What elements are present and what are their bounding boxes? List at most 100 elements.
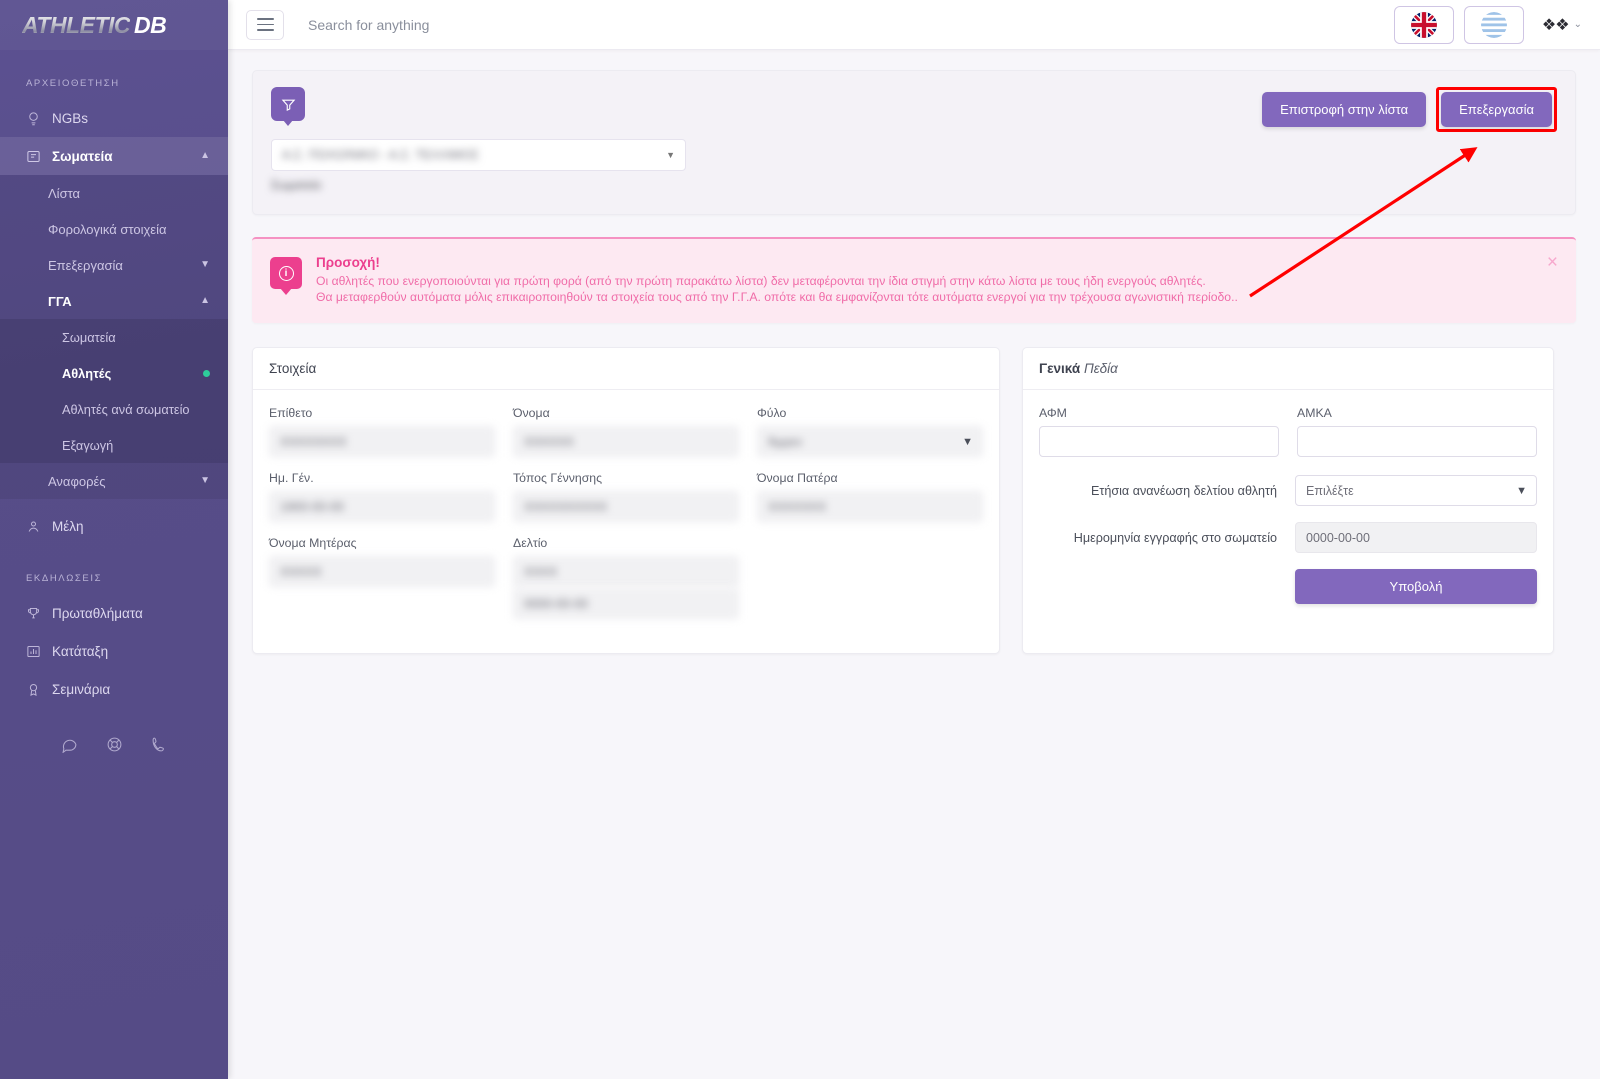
mother-name-input[interactable] [269, 556, 495, 588]
hamburger-icon[interactable] [246, 9, 284, 40]
member-icon [26, 519, 52, 534]
sidebar-item-gga-clubs[interactable]: Σωματεία [0, 319, 228, 355]
sidebar-item-gga-export[interactable]: Εξαγωγή [0, 427, 228, 463]
sidebar-item-gga-athletes[interactable]: Αθλητές [0, 355, 228, 391]
submit-button[interactable]: Υποβολή [1295, 569, 1537, 605]
father-name-input[interactable] [757, 491, 983, 523]
field-label: Όνομα [513, 406, 550, 421]
language-button-gr[interactable] [1463, 5, 1524, 44]
field-label: ΑΜΚΑ [1297, 406, 1332, 421]
field-afm: ΑΦΜ [1039, 406, 1279, 458]
filter-card-actions: Επιστροφή στην λίστα Επεξεργασία [1262, 87, 1557, 132]
language-button-en[interactable] [1393, 5, 1454, 44]
sidebar-item-seminars[interactable]: Σεμινάρια [0, 670, 228, 708]
trophy-icon [26, 606, 52, 621]
field-spacer [757, 536, 983, 619]
chevron-up-icon: ▲ [200, 150, 210, 161]
birthplace-input[interactable] [513, 491, 739, 523]
page-content: Επιστροφή στην λίστα Επεξεργασία Α.Σ. ΠΟ… [228, 50, 1600, 1079]
club-select-value: Α.Σ. ΠΟΛΟ/ΝΙΚΟ - Α.Σ. ΤΕΛΛΙΜΟΣ [282, 148, 480, 162]
active-status-dot [203, 369, 210, 377]
sidebar-footer-icons [0, 736, 228, 758]
card-number-input[interactable] [513, 556, 739, 588]
sidebar-item-clubs[interactable]: Σωματεία ▲ [0, 137, 228, 175]
submit-row: Υποβολή [1039, 569, 1537, 605]
filter-card: Επιστροφή στην λίστα Επεξεργασία Α.Σ. ΠΟ… [252, 70, 1576, 215]
sidebar-item-reports[interactable]: Αναφορές ▼ [0, 463, 228, 499]
uk-flag-icon [1410, 11, 1437, 38]
sidebar-item-label: Σωματεία [52, 148, 113, 164]
sidebar-item-tax-data[interactable]: Φορολογικά στοιχεία [0, 211, 228, 247]
club-select[interactable]: Α.Σ. ΠΟΛΟ/ΝΙΚΟ - Α.Σ. ΤΕΛΛΙΜΟΣ ▼ [271, 139, 686, 171]
form-row-regdate: Ημερομηνία εγγραφής στο σωματείο [1039, 522, 1537, 554]
lastname-input[interactable] [269, 426, 495, 458]
sidebar-item-label: Πρωταθλήματα [52, 605, 143, 621]
app-root: ATHLETIC DB ΑΡΧΕΙΟΘΕΤΗΣΗ NGBs Σωματεία ▲ … [0, 0, 1600, 1079]
amka-input[interactable] [1297, 426, 1537, 458]
chat-icon[interactable] [61, 736, 78, 758]
sidebar-item-gga-athletes-per-club[interactable]: Αθλητές ανά σωματείο [0, 391, 228, 427]
sidebar-item-label: NGBs [52, 110, 89, 126]
card-date-input[interactable] [513, 588, 739, 620]
brand-logo[interactable]: ATHLETIC DB [0, 0, 228, 50]
field-label: Τόπος Γέννησης [513, 471, 603, 486]
field-label: Όνομα Μητέρας [269, 536, 357, 551]
birthdate-input[interactable] [269, 491, 495, 523]
bulb-icon [26, 111, 52, 126]
regdate-label: Ημερομηνία εγγραφής στο σωματείο [1073, 530, 1277, 545]
lifebuoy-icon[interactable] [106, 736, 123, 758]
sidebar-item-label: Φορολογικά στοιχεία [48, 221, 167, 237]
edit-button-highlight: Επεξεργασία [1436, 87, 1557, 132]
funnel-icon[interactable] [271, 87, 305, 121]
back-to-list-button[interactable]: Επιστροφή στην λίστα [1262, 92, 1427, 127]
field-lastname: Επίθετο [269, 406, 495, 458]
sidebar-item-label: ΓΓΑ [48, 293, 72, 309]
sidebar-item-ngbs[interactable]: NGBs [0, 99, 228, 137]
sidebar-item-label: Κατάταξη [52, 643, 109, 659]
panel-title-bold: Γενικά [1039, 361, 1081, 377]
sidebar-item-label: Αθλητές ανά σωματείο [62, 401, 190, 417]
field-birthdate: Ημ. Γέν. [269, 471, 495, 523]
alert-text-block: Προσοχή! Οι αθλητές που ενεργοποιούνται … [316, 255, 1238, 305]
regdate-field-wrapper [1295, 522, 1537, 554]
sidebar-item-label: Μέλη [52, 518, 84, 534]
field-firstname: Όνομα [513, 406, 739, 458]
form-row: Επίθετο Όνομα Φύλο ▼ [269, 406, 983, 458]
greece-flag-icon [1480, 11, 1507, 38]
afm-input[interactable] [1039, 426, 1279, 458]
sidebar-item-edit[interactable]: Επεξεργασία ▼ [0, 247, 228, 283]
alert-title: Προσοχή! [316, 255, 380, 270]
field-father-name: Όνομα Πατέρα [757, 471, 983, 523]
renewal-label: Ετήσια ανανέωση δελτίου αθλητή [1090, 483, 1277, 498]
profile-menu[interactable]: ❖❖ ⌄ [1542, 15, 1582, 35]
gender-select[interactable] [757, 426, 983, 458]
sidebar-section-archive: ΑΡΧΕΙΟΘΕΤΗΣΗ [26, 78, 120, 89]
sidebar-item-members[interactable]: Μέλη [0, 507, 228, 545]
sidebar-item-label: Επεξεργασία [48, 257, 123, 273]
edit-button[interactable]: Επεξεργασία [1441, 92, 1552, 127]
field-label: Επίθετο [269, 406, 313, 421]
field-card: Δελτίο [513, 536, 739, 620]
search-input[interactable] [308, 16, 728, 33]
profile-glyph-icon: ❖❖ [1541, 16, 1570, 34]
sidebar-item-label: Σεμινάρια [52, 681, 111, 697]
chevron-down-icon: ▼ [666, 150, 675, 160]
sidebar-item-gga[interactable]: ΓΓΑ ▲ [0, 283, 228, 319]
club-select-wrapper: Α.Σ. ΠΟΛΟ/ΝΙΚΟ - Α.Σ. ΤΕΛΛΙΜΟΣ ▼ Σωματεί… [271, 139, 686, 192]
firstname-input[interactable] [513, 426, 739, 458]
sidebar-item-championships[interactable]: Πρωταθλήματα [0, 594, 228, 632]
form-row-renewal: Ετήσια ανανέωση δελτίου αθλητή ▼ [1039, 475, 1537, 507]
renewal-select[interactable] [1295, 475, 1537, 507]
sidebar-item-list[interactable]: Λίστα [0, 175, 228, 211]
sidebar-item-ranking[interactable]: Κατάταξη [0, 632, 228, 670]
alert-line-2: Θα μεταφερθούν αυτόματα μόλις επικαιροπο… [316, 289, 1238, 304]
phone-icon[interactable] [151, 736, 168, 758]
details-panel: Στοιχεία Επίθετο Όνομα [252, 347, 1000, 655]
field-label: Ημ. Γέν. [269, 471, 314, 486]
regdate-input[interactable] [1295, 522, 1537, 554]
main-area: ❖❖ ⌄ Επιστροφή στην λίστα Επεξεργασία [228, 0, 1600, 1079]
form-row: Όνομα Μητέρας Δελτίο [269, 536, 983, 620]
close-icon[interactable]: × [1547, 253, 1558, 272]
sidebar-item-label: Αναφορές [48, 473, 106, 489]
form-panels: Στοιχεία Επίθετο Όνομα [252, 347, 1576, 655]
